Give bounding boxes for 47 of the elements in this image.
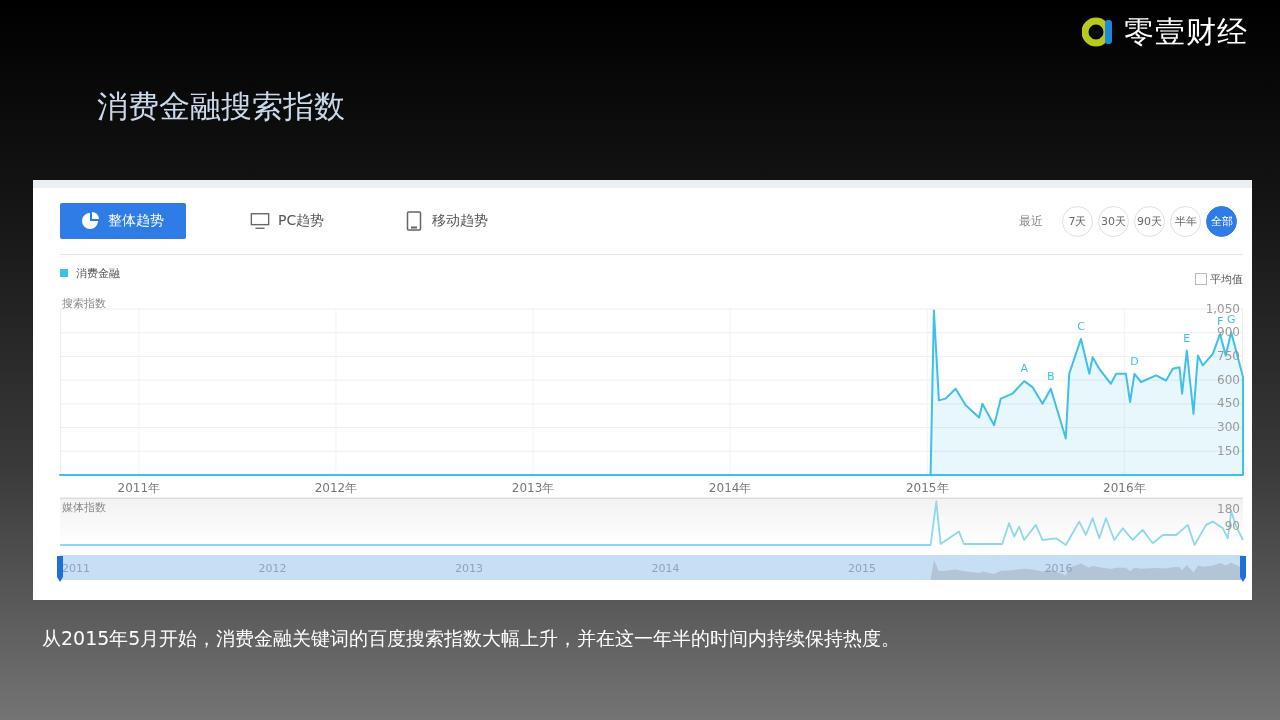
annotation-label: B — [1047, 369, 1055, 383]
annotation-label: C — [1077, 319, 1085, 333]
range-handle[interactable] — [57, 556, 63, 582]
annotation-label: D — [1130, 354, 1139, 368]
axis-tick-label: 600 — [1217, 372, 1240, 387]
annotation-label: F — [1216, 315, 1224, 328]
axis-title: 搜索指数 — [62, 297, 106, 310]
axis-title: 媒体指数 — [62, 501, 106, 514]
checkbox-label: 平均值 — [1210, 271, 1243, 287]
navigator-year-label: 2016 — [1044, 562, 1073, 575]
axis-tick-label: 2016年 — [1103, 481, 1146, 495]
range-button[interactable]: 90天 — [1134, 205, 1165, 237]
navigator-year-label: 2015 — [848, 562, 876, 575]
axis-tick-label: 2012年 — [314, 481, 358, 495]
navigator-year-label: 2012 — [258, 562, 287, 575]
axis-tick-label: 300 — [1217, 420, 1240, 435]
annotation-label: E — [1183, 331, 1191, 345]
annotation-label: A — [1020, 362, 1028, 376]
monitor-icon — [250, 211, 270, 231]
axis-tick-label: 1,050 — [1205, 301, 1240, 316]
navigator-year-label: 2013 — [455, 562, 483, 575]
axis-tick-label: 2013年 — [511, 481, 555, 495]
range-button[interactable]: 7天 — [1062, 205, 1093, 237]
pie-chart-icon — [80, 211, 100, 231]
navigator-year-label: 2014 — [651, 562, 680, 575]
legend-label: 消费金融 — [76, 265, 120, 281]
slide-title: 消费金融搜索指数 — [97, 87, 345, 126]
tab[interactable]: PC趋势 — [234, 203, 341, 239]
tab[interactable]: 移动趋势 — [388, 203, 505, 239]
axis-tick-label: 900 — [1217, 325, 1240, 340]
axis-tick-label: 180 — [1217, 501, 1240, 516]
navigator-year-label: 2011 — [62, 562, 90, 575]
axis-tick-label: 450 — [1217, 396, 1240, 411]
axis-tick-label: 2014年 — [708, 481, 752, 495]
range-handle[interactable] — [1240, 556, 1246, 582]
caption-text: 从2015年5月开始，消费金融关键词的百度搜索指数大幅上升，并在这一年半的时间内持续保持热度。 — [42, 626, 901, 651]
range-button[interactable]: 半年 — [1170, 205, 1201, 237]
range-button[interactable]: 30天 — [1098, 205, 1129, 237]
tab[interactable]: 整体趋势 — [60, 203, 186, 239]
axis-tick-label: 2011年 — [117, 481, 161, 495]
range-label: 最近 — [1019, 212, 1043, 230]
range-button[interactable]: 全部 — [1206, 205, 1237, 237]
axis-tick-label: 2015年 — [905, 481, 949, 495]
checkbox[interactable] — [1195, 273, 1207, 285]
axis-tick-label: 150 — [1217, 443, 1240, 458]
annotation-label: G — [1226, 313, 1236, 327]
logo-text: 零壹财经 — [1124, 12, 1248, 51]
